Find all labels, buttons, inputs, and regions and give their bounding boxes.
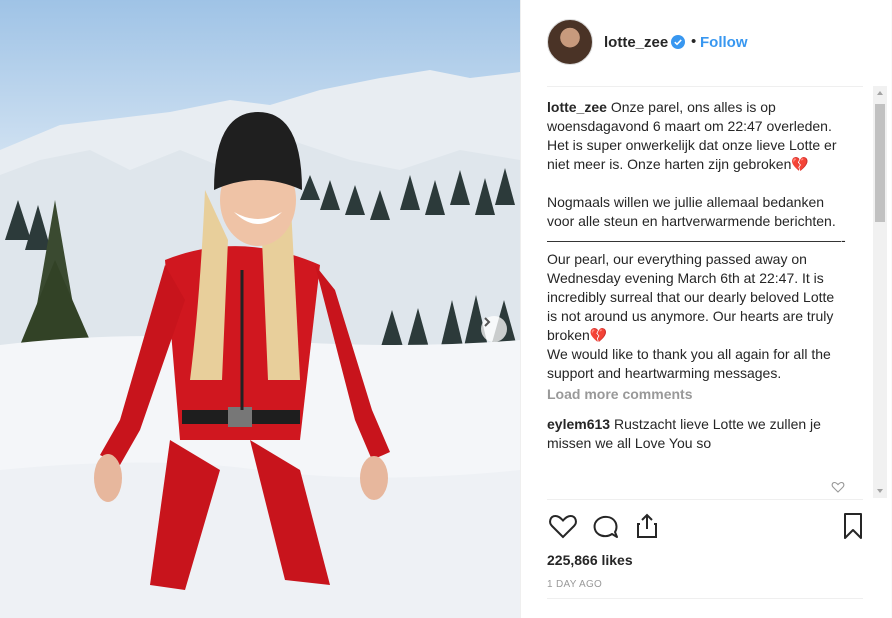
post-details-panel: lotte_zee • Follow lotte_zee Onze parel,… [520, 0, 891, 618]
comments-section[interactable]: lotte_zee Onze parel, ons alles is op wo… [547, 98, 847, 498]
comment-like-heart-icon[interactable] [831, 480, 845, 494]
verified-badge-icon [671, 35, 685, 49]
list-item: eylem613 Rustzacht lieve Lotte we zullen… [547, 415, 847, 453]
author-username[interactable]: lotte_zee [604, 34, 668, 51]
load-more-comments-button[interactable]: Load more comments [547, 385, 847, 404]
post-header: lotte_zee • Follow [521, 0, 891, 86]
next-photo-button[interactable] [481, 316, 507, 342]
share-icon[interactable] [631, 510, 663, 542]
footer-divider [547, 598, 863, 599]
actions-divider [547, 499, 863, 500]
follow-button[interactable]: Follow [700, 34, 748, 51]
post-photo[interactable] [0, 0, 520, 618]
comment-bubble-icon[interactable] [589, 510, 621, 542]
likes-count[interactable]: 225,866 likes [547, 552, 633, 568]
separator-dot: • [691, 33, 697, 50]
scrollbar-thumb[interactable] [875, 104, 885, 222]
post-actions-bar [547, 510, 867, 546]
post-timestamp[interactable]: 1 DAY AGO [547, 579, 602, 590]
bookmark-icon[interactable] [837, 510, 869, 542]
chevron-right-icon [484, 317, 491, 327]
caption-username[interactable]: lotte_zee [547, 99, 607, 115]
heart-icon[interactable] [547, 510, 579, 542]
caption: lotte_zee Onze parel, ons alles is op wo… [547, 98, 847, 383]
comments-scrollbar[interactable] [873, 86, 887, 498]
scroll-down-arrow-icon[interactable] [873, 484, 887, 498]
scroll-up-arrow-icon[interactable] [873, 86, 887, 100]
instagram-post-viewer: lotte_zee • Follow lotte_zee Onze parel,… [0, 0, 892, 618]
ski-scene-illustration [0, 70, 520, 618]
comment-username[interactable]: eylem613 [547, 416, 610, 432]
header-divider [547, 86, 863, 87]
avatar[interactable] [547, 19, 593, 65]
caption-text: Onze parel, ons alles is op woensdagavon… [547, 99, 846, 381]
